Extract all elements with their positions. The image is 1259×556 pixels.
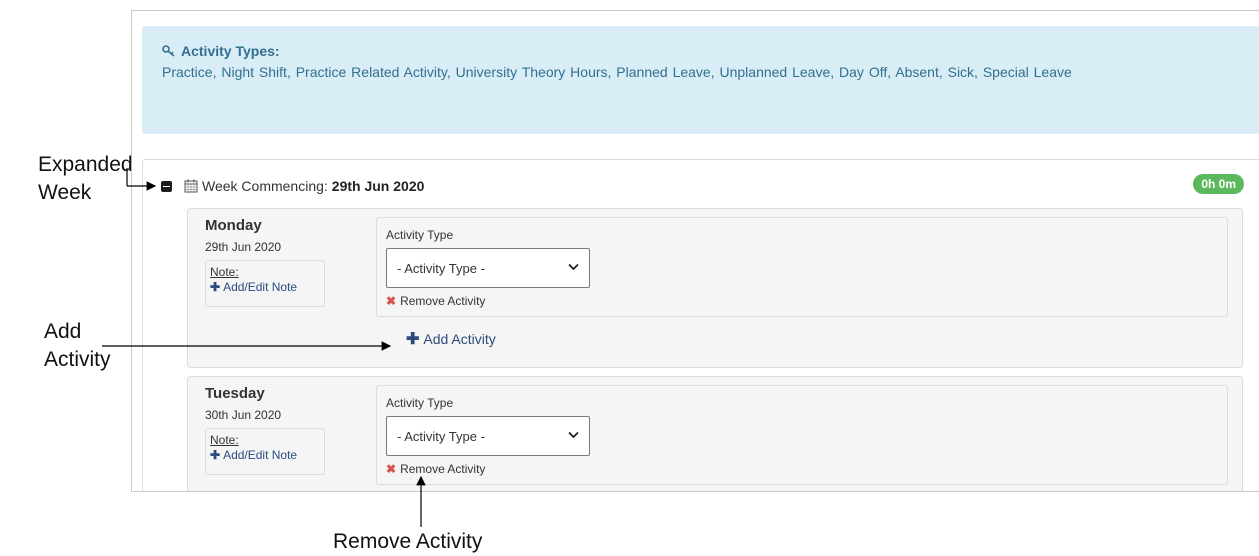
annotation-arrows bbox=[102, 168, 426, 527]
